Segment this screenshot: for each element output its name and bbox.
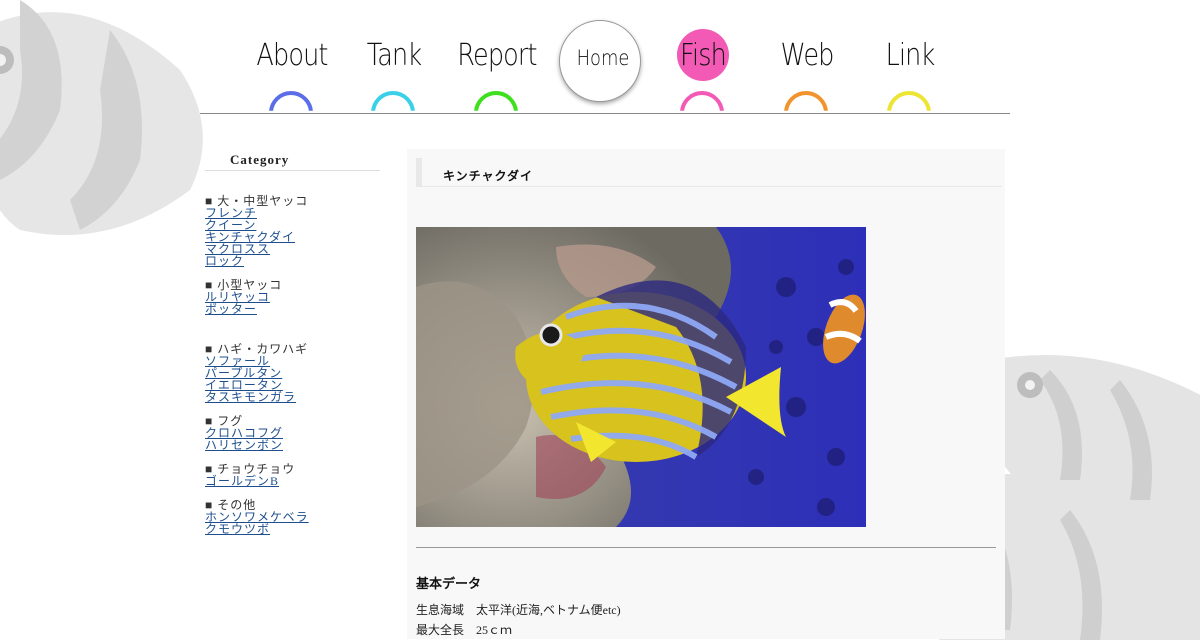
- nav-about[interactable]: About: [242, 12, 342, 112]
- category-link[interactable]: ハリセンボン: [205, 439, 380, 451]
- category-title: Category: [205, 150, 380, 171]
- data-value: 太平洋(近海,ベトナム便etc): [476, 603, 621, 617]
- category-link[interactable]: ポッター: [205, 303, 380, 315]
- main-content: キンチャクダイ 基本データ 生息海域 太平洋(近海,ベトナム便etc) 最大全長…: [407, 149, 1005, 639]
- category-group-butterflyfish: ■ チョウチョウ ゴールデンB: [205, 463, 380, 487]
- basic-data-heading: 基本データ: [416, 576, 482, 591]
- nav-divider: [200, 113, 1010, 114]
- nav-link[interactable]: Link: [860, 12, 960, 112]
- nav-fish[interactable]: Fish: [653, 12, 753, 112]
- data-row-habitat: 生息海域 太平洋(近海,ベトナム便etc): [416, 601, 621, 618]
- category-group-other: ■ その他 ホンソワメケベラ クモウツボ: [205, 499, 380, 535]
- nav-fish-label: Fish: [680, 38, 727, 73]
- data-key: 生息海域: [416, 603, 465, 617]
- category-group-tangs: ■ ハギ・カワハギ ソファール パープルタン イエロータン タスキモンガラ: [205, 343, 380, 403]
- section-divider: [416, 547, 996, 548]
- data-value: 25ｃｍ: [476, 623, 513, 637]
- fish-photo: [416, 227, 866, 527]
- nav-web[interactable]: Web: [757, 12, 857, 112]
- category-link[interactable]: タスキモンガラ: [205, 391, 380, 403]
- category-link[interactable]: クモウツボ: [205, 523, 380, 535]
- global-nav: About Tank Report Home Fish Web Link: [240, 12, 960, 112]
- nav-report-label: Report: [457, 38, 537, 73]
- category-link[interactable]: ロック: [205, 255, 380, 267]
- category-group-small-angelfish: ■ 小型ヤッコ ルリヤッコ ポッター: [205, 279, 380, 315]
- nav-tank[interactable]: Tank: [344, 12, 444, 112]
- category-group-large-angelfish: ■ 大・中型ヤッコ フレンチ クイーン キンチャクダイ マクロスス ロック: [205, 195, 380, 267]
- article-title: キンチャクダイ: [443, 169, 534, 183]
- nav-home-label: Home: [576, 46, 630, 70]
- nav-tank-label: Tank: [366, 38, 422, 73]
- article-header: キンチャクダイ: [416, 158, 1002, 187]
- category-link[interactable]: ゴールデンB: [205, 475, 380, 487]
- category-sidebar: Category ■ 大・中型ヤッコ フレンチ クイーン キンチャクダイ マクロ…: [205, 150, 380, 547]
- nav-report[interactable]: Report: [447, 12, 547, 112]
- nav-home[interactable]: Home: [553, 12, 653, 112]
- nav-link-label: Link: [885, 38, 936, 73]
- background-fish-illustration-left: [0, 0, 203, 235]
- nav-about-label: About: [256, 38, 328, 73]
- nav-web-label: Web: [780, 38, 834, 73]
- category-group-puffers: ■ フグ クロハコフグ ハリセンボン: [205, 415, 380, 451]
